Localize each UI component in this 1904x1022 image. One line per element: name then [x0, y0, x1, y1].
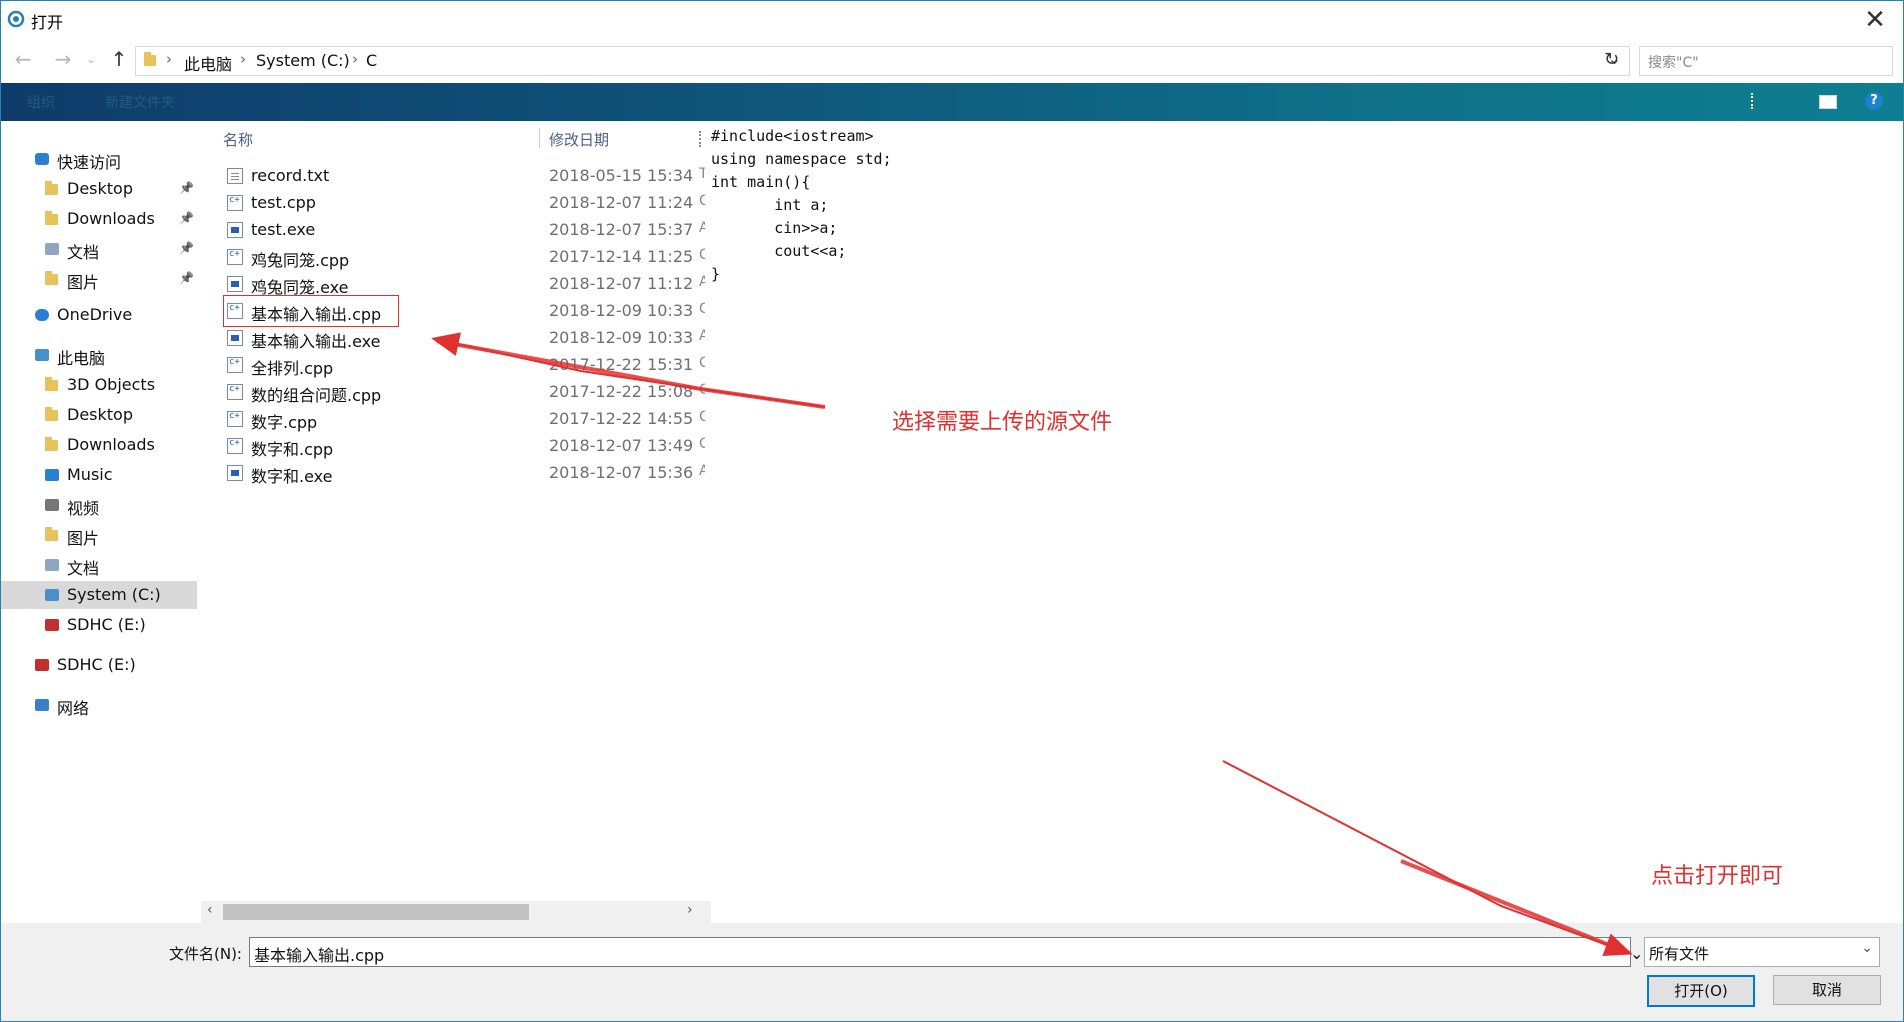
annotation-arrows [431, 332, 1633, 956]
annotation-click-open: 点击打开即可 [1651, 864, 1784, 889]
open-file-dialog: 打开 ✕ ← → ⌄ ↑ › 此电脑 › System (C:) › C ⌄ ↻… [0, 0, 1904, 1022]
annotation-select-source: 选择需要上传的源文件 [892, 410, 1113, 435]
arrow-to-open [1222, 760, 1633, 956]
